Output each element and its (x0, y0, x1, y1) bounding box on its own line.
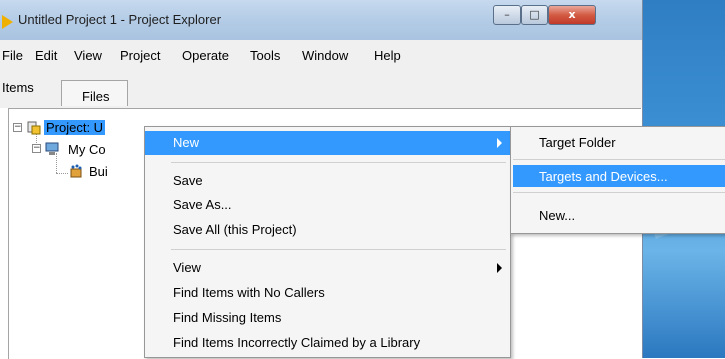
menu-edit[interactable]: Edit (35, 48, 57, 63)
context-menu: New Save Save As... Save All (this Proje… (144, 126, 511, 358)
menu-project[interactable]: Project (120, 48, 160, 63)
new-submenu: Target Folder Targets and Devices... New… (510, 126, 725, 234)
ctx-item-find-missing[interactable]: Find Missing Items (145, 306, 510, 330)
menu-tools[interactable]: Tools (250, 48, 280, 63)
submenu-item-new[interactable]: New... (513, 204, 725, 226)
ctx-item-save-label: Save (173, 173, 203, 188)
ctx-item-new-label: New (173, 135, 200, 150)
ctx-item-view[interactable]: View (145, 256, 510, 280)
submenu-item-targets-and-devices[interactable]: Targets and Devices... (513, 165, 725, 187)
ctx-item-save-all[interactable]: Save All (this Project) (145, 218, 510, 242)
tab-items[interactable]: Items (2, 80, 34, 95)
build-specifications-icon (70, 164, 82, 178)
tab-bar: Items Files (0, 68, 642, 108)
collapse-toggle-root[interactable]: − (13, 123, 22, 132)
ctx-item-find-incorrectly-claimed[interactable]: Find Items Incorrectly Claimed by a Libr… (145, 331, 510, 355)
tree-item-project[interactable]: Project: U (44, 120, 106, 135)
menu-file[interactable]: File (2, 48, 23, 63)
ctx-item-find-no-callers[interactable]: Find Items with No Callers (145, 281, 510, 305)
minimize-button[interactable]: – (493, 5, 521, 25)
submenu-arrow-icon (497, 138, 502, 148)
menu-operate[interactable]: Operate (182, 48, 229, 63)
ctx-item-new[interactable]: New (145, 131, 510, 155)
maximize-button[interactable]: □ (521, 5, 548, 25)
ctx-item-save[interactable]: Save (145, 169, 510, 193)
tree-item-project-label: Project: U (44, 120, 106, 135)
ctx-item-save-all-label: Save All (this Project) (173, 222, 297, 237)
submenu-item-new-label: New... (539, 208, 576, 223)
tab-files[interactable]: Files (61, 80, 128, 106)
title-bar[interactable]: Untitled Project 1 - Project Explorer – … (0, 0, 642, 41)
menu-view[interactable]: View (74, 48, 102, 63)
tree-item-build[interactable]: Bui (89, 164, 108, 179)
ctx-item-find-incorrectly-claimed-label: Find Items Incorrectly Claimed by a Libr… (173, 335, 421, 350)
menu-help[interactable]: Help (374, 48, 401, 63)
menu-bar: File Edit View Project Operate Tools Win… (0, 40, 642, 68)
project-icon (27, 121, 41, 135)
ctx-item-save-as-label: Save As... (173, 197, 232, 212)
ctx-item-view-label: View (173, 260, 201, 275)
tree-item-my-computer[interactable]: My Co (68, 142, 106, 157)
window-title: Untitled Project 1 - Project Explorer (18, 12, 222, 27)
menu-separator (171, 162, 506, 163)
menu-separator (513, 159, 725, 160)
tree-connector (56, 153, 57, 173)
submenu-arrow-icon (497, 263, 502, 273)
menu-window[interactable]: Window (302, 48, 348, 63)
submenu-item-targets-and-devices-label: Targets and Devices... (539, 169, 668, 184)
collapse-toggle-my-computer[interactable]: − (32, 144, 41, 153)
submenu-item-target-folder-label: Target Folder (539, 135, 616, 150)
ctx-item-find-missing-label: Find Missing Items (173, 310, 282, 325)
tree-connector (56, 173, 68, 174)
ctx-item-save-as[interactable]: Save As... (145, 193, 510, 217)
menu-separator (513, 192, 725, 193)
ctx-item-find-no-callers-label: Find Items with No Callers (173, 285, 325, 300)
computer-icon (45, 142, 59, 155)
submenu-item-target-folder[interactable]: Target Folder (513, 131, 725, 153)
labview-app-icon (2, 15, 13, 29)
close-button[interactable]: x (548, 5, 596, 25)
menu-separator (171, 249, 506, 250)
